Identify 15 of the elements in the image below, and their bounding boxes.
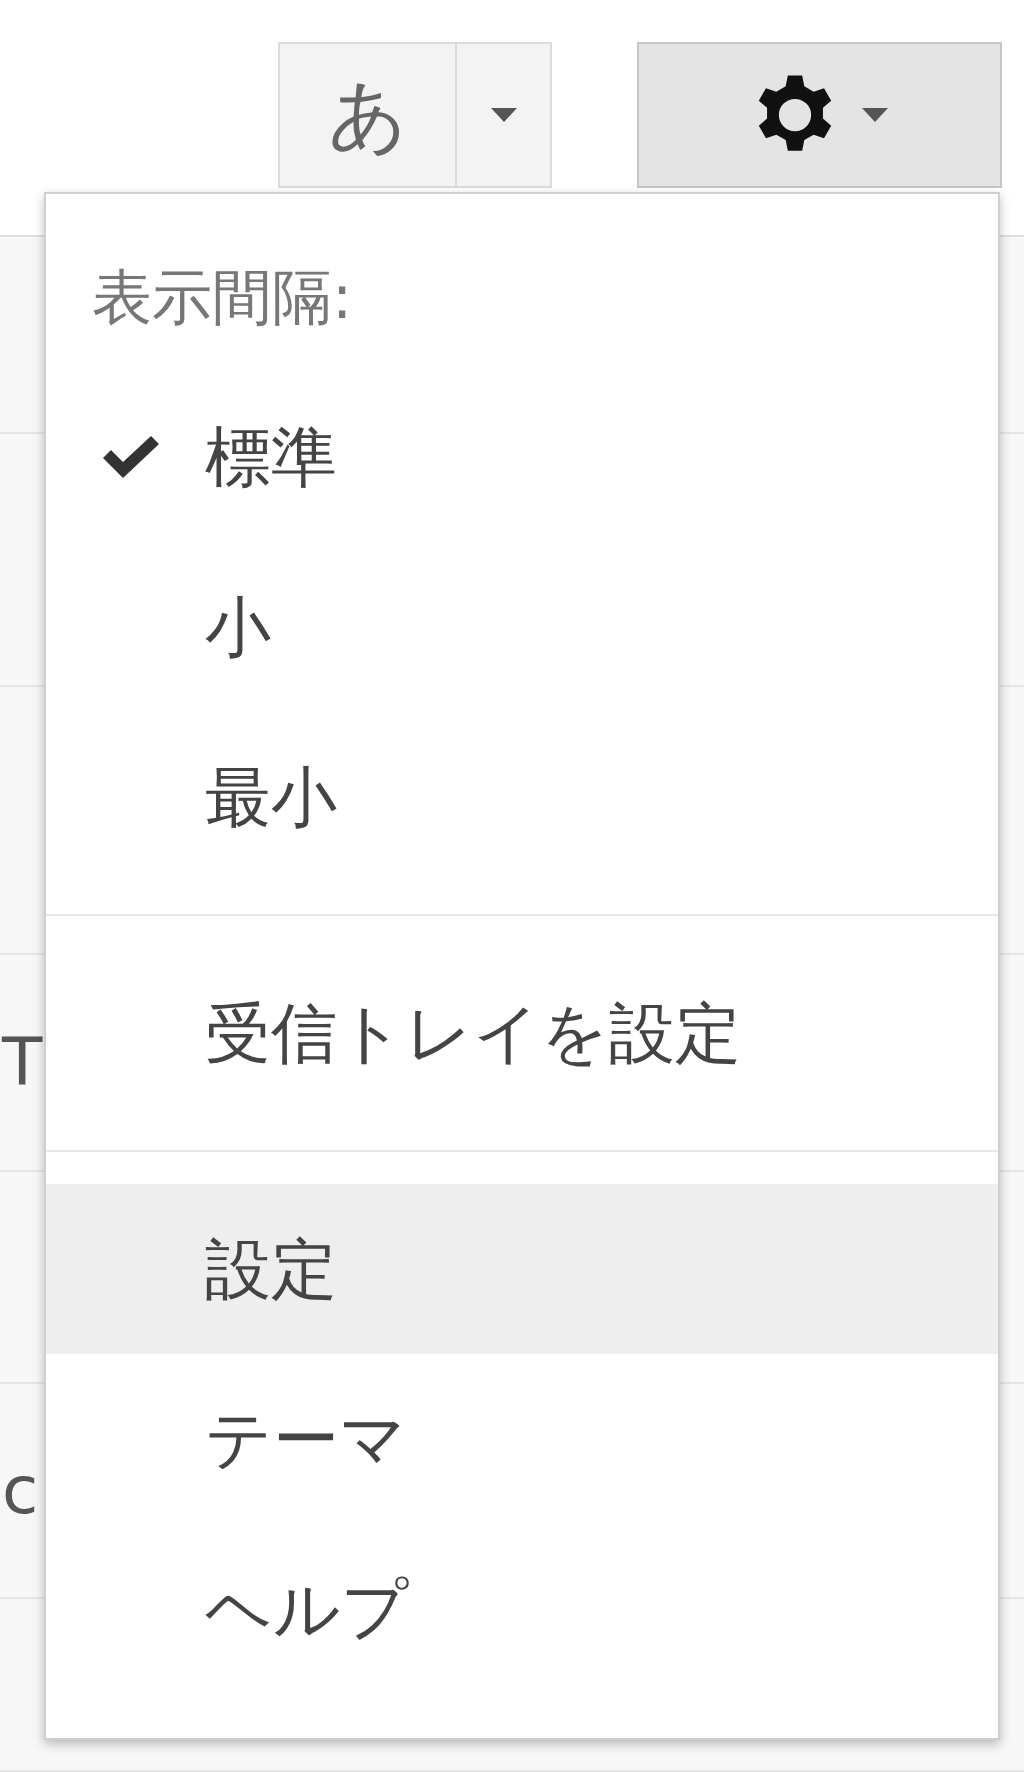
menu-item[interactable]: テーマ: [46, 1354, 998, 1524]
menu-item[interactable]: 標準: [46, 372, 998, 542]
input-tools-dropdown-button[interactable]: [457, 42, 552, 188]
menu-item[interactable]: 設定: [46, 1184, 998, 1354]
menu-item[interactable]: 小: [46, 542, 998, 712]
menu-header: 表示間隔:: [92, 261, 354, 334]
message-row-text: T: [2, 1023, 43, 1103]
settings-button[interactable]: [637, 42, 1002, 188]
menu-item[interactable]: 最小: [46, 712, 998, 882]
menu-item[interactable]: 受信トレイを設定: [46, 948, 998, 1118]
caret-icon: [490, 108, 517, 122]
input-tools-button[interactable]: あ: [278, 42, 457, 188]
menu-item[interactable]: ヘルプ: [46, 1524, 998, 1694]
caret-icon: [861, 108, 888, 122]
message-row-text: c: [2, 1451, 39, 1531]
